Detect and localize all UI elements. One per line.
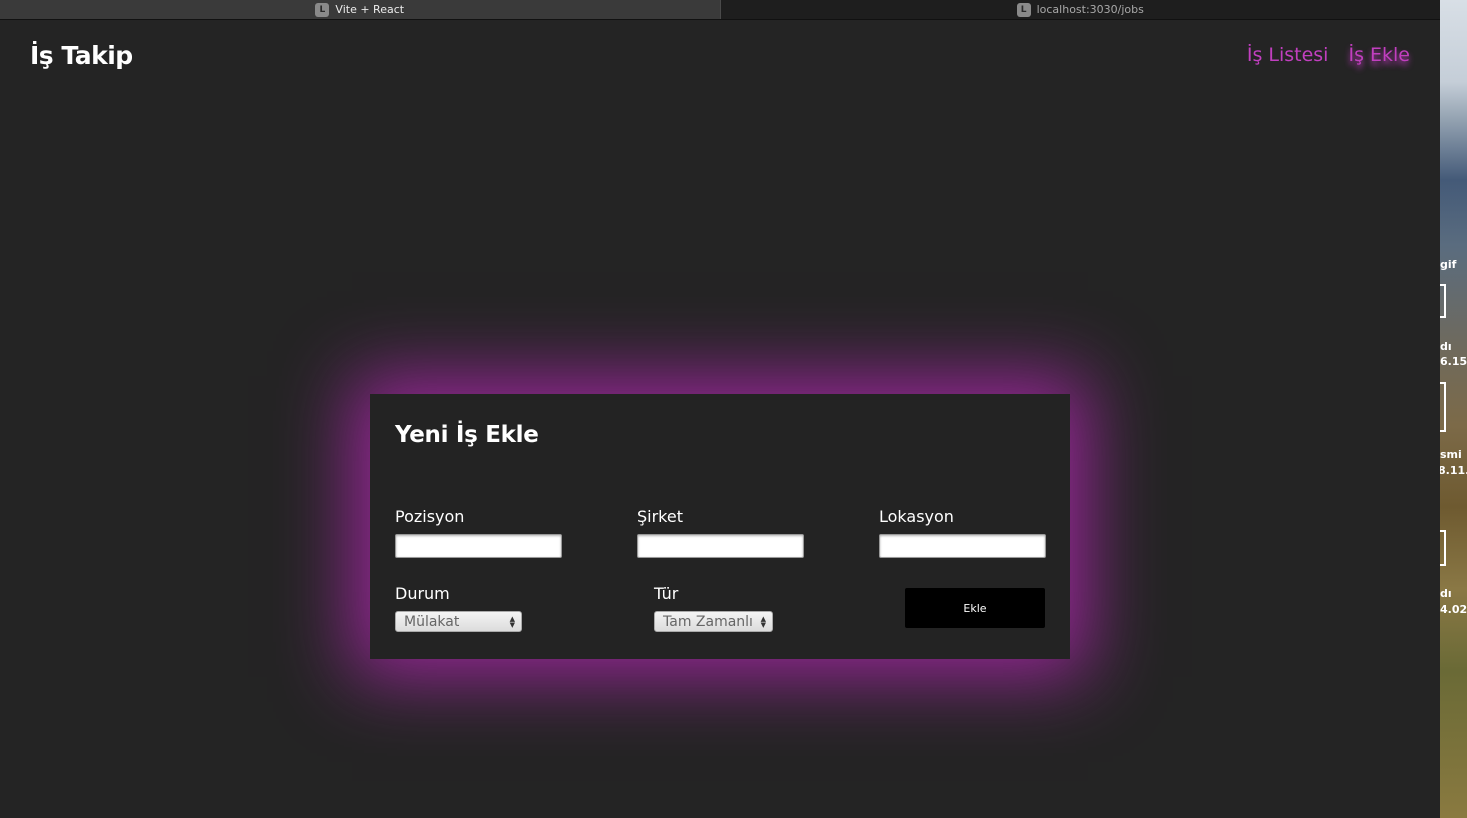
desktop-file-icon: [1440, 382, 1446, 432]
select-updown-arrows-icon: ▲ ▼: [760, 614, 766, 629]
location-input[interactable]: [879, 534, 1046, 558]
type-label: Tür: [654, 584, 679, 603]
desktop-file-icon: [1440, 284, 1446, 318]
desktop-file-icon: [1440, 530, 1446, 566]
location-field-group: Lokasyon: [879, 507, 1046, 558]
desktop-background-sliver: gif dı 6.15 smi 8.11. dı 4.02: [1440, 0, 1467, 818]
desktop-file-label: dı: [1440, 587, 1452, 600]
brand-logo[interactable]: İş Takip: [30, 41, 133, 70]
status-label: Durum: [395, 584, 450, 603]
position-label: Pozisyon: [395, 507, 465, 526]
browser-tab-localhost-jobs[interactable]: L localhost:3030/jobs: [719, 0, 1441, 19]
type-selected-value: Tam Zamanlı: [663, 613, 753, 630]
company-input[interactable]: [637, 534, 804, 558]
position-field-group: Pozisyon: [395, 507, 562, 558]
add-job-form-card: Yeni İş Ekle Pozisyon Şirket Lokasyon Du…: [370, 394, 1070, 659]
tab-favicon-icon: L: [1016, 2, 1031, 17]
desktop-file-label: 4.02: [1440, 603, 1467, 616]
type-field-group: Tür Tam Zamanlı ▲ ▼: [654, 584, 773, 632]
main-nav: İş Listesi İş Ekle: [1247, 44, 1410, 66]
desktop-file-label: gif: [1440, 258, 1457, 271]
desktop-file-label: dı: [1440, 340, 1452, 353]
desktop-file-label: smi: [1440, 448, 1462, 461]
tab-title: Vite + React: [335, 3, 405, 16]
nav-link-add-job[interactable]: İş Ekle: [1348, 44, 1410, 66]
company-field-group: Şirket: [637, 507, 804, 558]
browser-tab-strip: L Vite + React L localhost:3030/jobs: [0, 0, 1440, 20]
status-selected-value: Mülakat: [404, 613, 460, 630]
type-select[interactable]: Tam Zamanlı ▲ ▼: [654, 611, 773, 632]
status-field-group: Durum Mülakat ▲ ▼: [395, 584, 522, 632]
desktop-file-label: 8.11.: [1440, 464, 1467, 477]
status-select[interactable]: Mülakat ▲ ▼: [395, 611, 522, 632]
add-job-submit-button[interactable]: Ekle: [905, 588, 1045, 628]
desktop-file-label: 6.15: [1440, 355, 1467, 368]
nav-link-job-list[interactable]: İş Listesi: [1247, 44, 1329, 66]
company-label: Şirket: [637, 507, 683, 526]
form-title: Yeni İş Ekle: [395, 422, 539, 448]
tab-favicon-icon: L: [315, 2, 330, 17]
tab-title: localhost:3030/jobs: [1036, 3, 1144, 16]
select-updown-arrows-icon: ▲ ▼: [509, 614, 515, 629]
position-input[interactable]: [395, 534, 562, 558]
location-label: Lokasyon: [879, 507, 954, 526]
app-root: İş Takip İş Listesi İş Ekle Yeni İş Ekle…: [0, 20, 1440, 818]
browser-tab-vite-react[interactable]: L Vite + React: [0, 0, 720, 19]
